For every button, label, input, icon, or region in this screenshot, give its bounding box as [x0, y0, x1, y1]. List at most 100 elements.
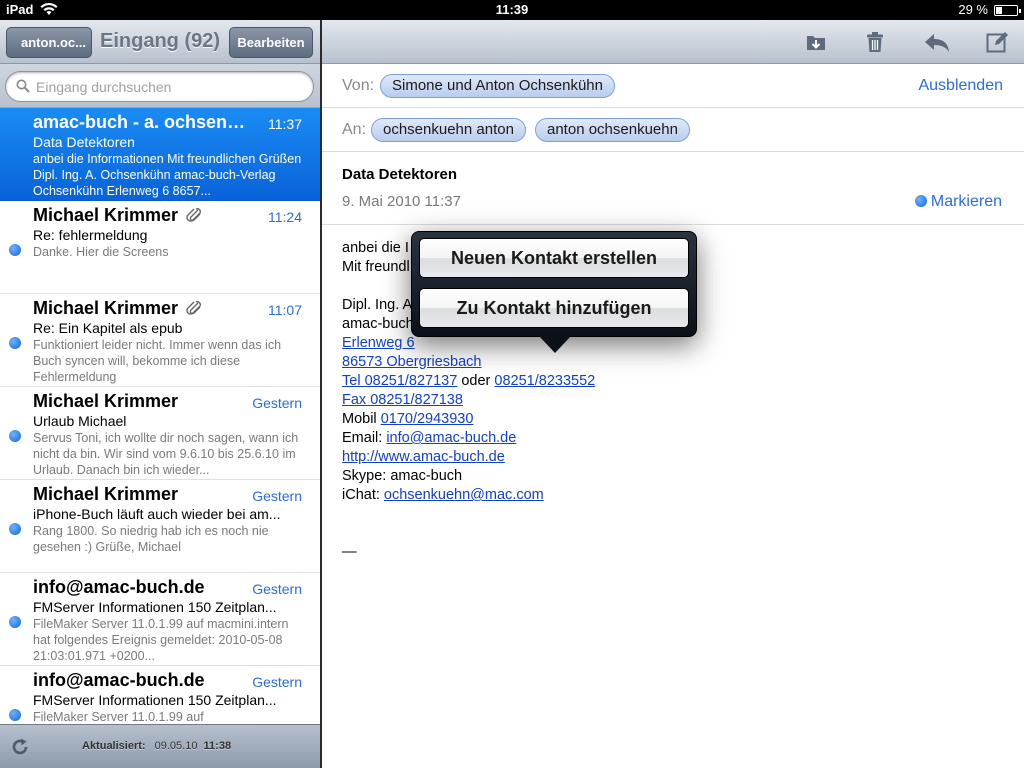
mark-dot-icon	[914, 195, 927, 207]
message-sender: amac-buch - a. ochsenkühn	[33, 112, 255, 132]
message-time: Gestern	[252, 395, 302, 411]
unread-dot-icon	[9, 430, 21, 442]
message-subject: Re: Ein Kapitel als epub	[33, 320, 183, 336]
sender-pill[interactable]: Simone und Anton Ochsenkühn	[380, 74, 615, 98]
last-updated-time: 11:38	[203, 740, 232, 752]
refresh-icon[interactable]	[10, 737, 30, 757]
attachment-icon	[186, 301, 201, 315]
ichat-label: iChat:	[342, 487, 384, 503]
recipient-pill[interactable]: ochsenkuehn anton	[371, 118, 526, 142]
subject-row	[322, 152, 1024, 225]
popover-arrow	[539, 336, 571, 353]
message-time: Gestern	[252, 488, 302, 504]
mailbox-toolbar: Aktualisiert: 09.05.10 11:38	[0, 724, 320, 768]
message-row[interactable]: Michael Krimmer 11:24 Re: fehlermeldung Dan…	[0, 201, 320, 294]
message-list: amac-buch - a. ochsenkühn 11:37 Data Detek…	[0, 108, 320, 724]
create-contact-button[interactable]: Neuen Kontakt erstellen	[419, 238, 689, 278]
message-time: 11:37	[268, 116, 302, 132]
clock: 11:39	[495, 2, 529, 17]
message-preview: Rang 1800. So niedrig hab ich es noch ni…	[33, 524, 269, 554]
reply-icon[interactable]	[923, 30, 951, 54]
message-pane: Von: Simone und Anton Ochsenkühn Ausblen…	[322, 20, 1024, 768]
last-updated-label: Aktualisiert:	[82, 740, 146, 752]
unread-dot-icon	[9, 709, 21, 721]
body-text: oder	[457, 373, 495, 389]
mail-date: 9. Mai 2010 11:37	[342, 193, 461, 210]
message-row[interactable]: Michael Krimmer Gestern iPhone-Buch läuft …	[0, 480, 320, 573]
from-label: Von:	[342, 77, 375, 94]
message-subject: iPhone-Buch läuft auch wieder bei am...	[33, 506, 281, 522]
mailbox-nav-bar: anton.oc... Eingang (92) Bearbeiten	[0, 20, 320, 64]
mailbox-title: Eingang (92)	[100, 30, 221, 52]
email-label: Email:	[342, 430, 387, 446]
attachment-icon	[186, 208, 201, 222]
to-row: An: ochsenkuehn anton anton ochsenkuehn	[322, 108, 1024, 152]
mobile-link[interactable]: 0170/2943930	[381, 411, 474, 427]
ipad-mail-screen: iPad 11:39 29 % anton.oc... Eingang (92)…	[0, 0, 1024, 768]
message-preview: Funktioniert leider nicht. Immer wenn da…	[33, 338, 282, 384]
message-row[interactable]: amac-buch - a. ochsenkühn 11:37 Data Detek…	[0, 108, 320, 201]
website-link[interactable]: http://www.amac-buch.de	[342, 449, 505, 465]
address-street-link[interactable]: Erlenweg 6	[342, 335, 415, 351]
message-subject: Re: fehlermeldung	[33, 227, 148, 243]
message-sender: info@amac-buch.de	[33, 670, 205, 690]
search-icon	[16, 79, 30, 93]
message-preview: FileMaker Server 11.0.1.99 auf	[33, 710, 204, 724]
phone-link-2[interactable]: 08251/8233552	[494, 373, 595, 389]
message-subject: Urlaub Michael	[33, 413, 127, 429]
address-city-link[interactable]: 86573 Obergriesbach	[342, 354, 481, 370]
recipient-pill[interactable]: anton ochsenkuehn	[535, 118, 690, 142]
message-toolbar	[322, 20, 1024, 64]
mark-button[interactable]: Markieren	[914, 193, 1002, 211]
search-field[interactable]	[5, 71, 314, 102]
hide-details-link[interactable]: Ausblenden	[918, 77, 1003, 95]
message-sender: Michael Krimmer	[33, 484, 179, 504]
mailbox-pane: anton.oc... Eingang (92) Bearbeiten amac…	[0, 20, 320, 768]
back-button[interactable]: anton.oc...	[6, 27, 92, 58]
move-folder-icon[interactable]	[804, 30, 828, 54]
unread-dot-icon	[9, 244, 21, 256]
message-subject: FMServer Informationen 150 Zeitplan...	[33, 692, 277, 708]
add-to-contact-button[interactable]: Zu Kontakt hinzufügen	[419, 288, 689, 328]
search-input[interactable]	[36, 77, 296, 97]
unread-dot-icon	[9, 523, 21, 535]
mobile-label: Mobil	[342, 411, 381, 427]
mark-label: Markieren	[930, 193, 1002, 210]
to-label: An:	[342, 121, 367, 138]
message-preview: Servus Toni, ich wollte dir noch sagen, …	[33, 431, 299, 477]
unread-dot-icon	[9, 616, 21, 628]
message-preview: Danke. Hier die Screens	[33, 245, 169, 259]
message-preview: FileMaker Server 11.0.1.99 auf macmini.i…	[33, 617, 289, 663]
mail-subject: Data Detektoren	[342, 166, 458, 183]
from-row: Von: Simone und Anton Ochsenkühn Ausblen…	[322, 64, 1024, 108]
message-time: Gestern	[252, 581, 302, 597]
message-sender: Michael Krimmer	[33, 298, 179, 318]
message-subject: Data Detektoren	[33, 134, 135, 150]
message-time: 11:24	[268, 209, 302, 225]
edit-button[interactable]: Bearbeiten	[229, 27, 313, 58]
message-row[interactable]: info@amac-buch.de Gestern FMServer Informa…	[0, 573, 320, 666]
search-bar	[0, 64, 320, 108]
last-updated: Aktualisiert: 09.05.10 11:38	[82, 740, 231, 752]
message-subject: FMServer Informationen 150 Zeitplan...	[33, 599, 277, 615]
signature-separator: —	[342, 544, 357, 560]
battery-icon	[994, 5, 1021, 16]
message-row[interactable]: Michael Krimmer Gestern Urlaub Michael Serv…	[0, 387, 320, 480]
phone-link[interactable]: Tel 08251/827137	[342, 373, 457, 389]
message-preview: anbei die Informationen Mit freundlichen…	[33, 152, 302, 198]
trash-icon[interactable]	[863, 30, 887, 54]
fax-link[interactable]: Fax 08251/827138	[342, 392, 463, 408]
message-sender: Michael Krimmer	[33, 205, 179, 225]
ichat-link[interactable]: ochsenkuehn@mac.com	[384, 487, 544, 503]
skype-line: Skype: amac-buch	[342, 468, 463, 484]
compose-icon[interactable]	[985, 30, 1009, 54]
unread-dot-icon	[9, 337, 21, 349]
message-time: Gestern	[252, 674, 302, 690]
data-detector-popover: Neuen Kontakt erstellen Zu Kontakt hinzu…	[411, 231, 697, 353]
message-row[interactable]: info@amac-buch.de Gestern FMServer Informa…	[0, 666, 320, 724]
message-sender: Michael Krimmer	[33, 391, 179, 411]
message-sender: info@amac-buch.de	[33, 577, 205, 597]
message-row[interactable]: Michael Krimmer 11:07 Re: Ein Kapitel als …	[0, 294, 320, 387]
battery-percent: 29 %	[958, 2, 988, 17]
email-link[interactable]: info@amac-buch.de	[386, 430, 516, 446]
